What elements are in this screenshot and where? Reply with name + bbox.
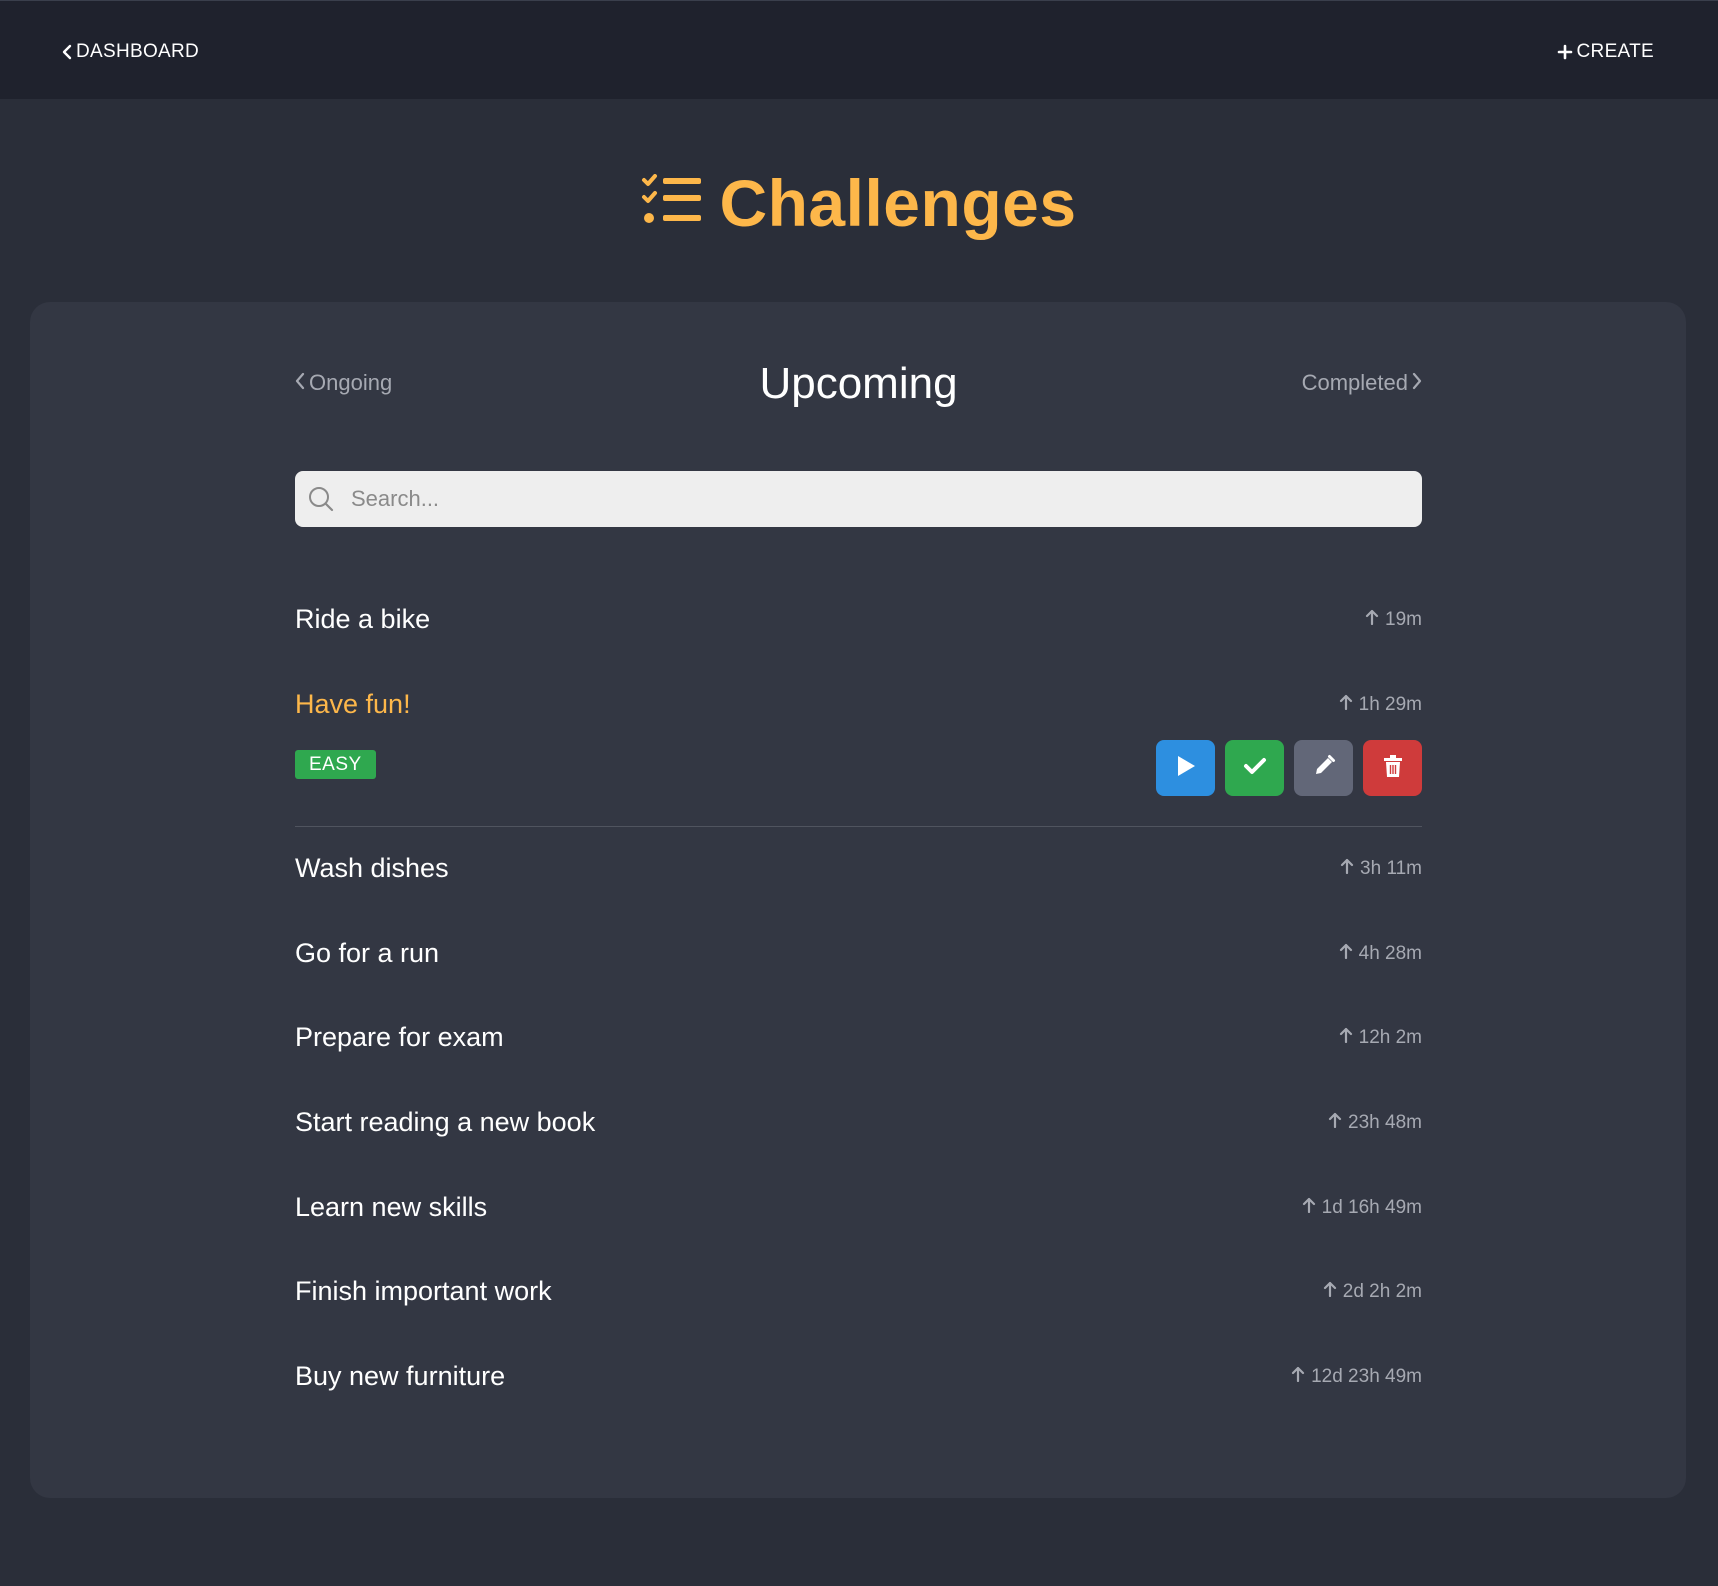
plus-icon [1557,44,1573,60]
challenge-time: 12h 2m [1339,1027,1422,1049]
create-button-label: CREATE [1576,41,1654,62]
challenge-item-selected[interactable]: Have fun! 1h 29m [295,663,1422,748]
arrow-up-icon [1339,694,1353,716]
play-icon [1175,754,1197,783]
chevron-left-icon [62,44,72,60]
challenge-item[interactable]: Learn new skills 1d 16h 49m [295,1166,1422,1251]
challenge-time: 19m [1365,609,1422,631]
chevron-right-icon [1412,370,1422,396]
arrow-up-icon [1340,858,1354,880]
start-button[interactable] [1156,740,1215,797]
arrow-up-icon [1339,1027,1353,1049]
challenge-title: Have fun! [295,688,411,719]
arrow-up-icon [1328,1112,1342,1134]
trash-icon [1382,754,1404,783]
challenge-title: Learn new skills [295,1191,488,1222]
pencil-icon [1312,754,1336,783]
tab-completed[interactable]: Completed [1302,370,1422,396]
dashboard-link-label: DASHBOARD [76,41,200,62]
top-bar: DASHBOARD CREATE [0,0,1718,99]
tasks-list-icon [641,173,703,233]
check-icon [1243,756,1267,781]
challenge-time: 23h 48m [1328,1112,1422,1134]
challenge-list: Ride a bike 19m Have fun! 1h 29m EASY Wa… [295,578,1422,1419]
arrow-up-icon [1302,1197,1316,1219]
challenge-item[interactable]: Prepare for exam 12h 2m [295,996,1422,1081]
challenge-time-value: 19m [1385,609,1422,630]
challenge-time-value: 4h 28m [1358,942,1422,964]
challenge-time: 12d 23h 49m [1291,1366,1422,1388]
challenge-time-value: 1h 29m [1358,693,1422,715]
edit-button[interactable] [1294,740,1353,797]
challenge-time-value: 2d 2h 2m [1342,1281,1422,1303]
challenge-title: Ride a bike [295,604,431,634]
challenge-time-value: 23h 48m [1348,1111,1422,1133]
challenge-actions [1156,740,1422,797]
chevron-left-icon [295,370,305,396]
challenge-item[interactable]: Finish important work 2d 2h 2m [295,1250,1422,1335]
complete-button[interactable] [1225,740,1284,797]
difficulty-badge: EASY [295,750,376,780]
challenge-item[interactable]: Ride a bike 19m [295,578,1422,663]
challenge-title: Finish important work [295,1276,552,1307]
dashboard-back-link[interactable]: DASHBOARD [62,41,199,63]
tab-ongoing[interactable]: Ongoing [295,370,392,396]
challenge-time: 1d 16h 49m [1302,1197,1422,1219]
challenge-time: 3h 11m [1340,858,1422,880]
challenge-item[interactable]: Wash dishes 3h 11m [295,827,1422,912]
challenge-time-value: 12d 23h 49m [1311,1365,1422,1387]
challenge-title: Prepare for exam [295,1022,504,1053]
page-header: Challenges [0,165,1718,241]
create-button[interactable]: CREATE [1557,41,1654,63]
arrow-up-icon [1339,943,1353,965]
challenge-details: EASY [295,740,1422,828]
challenge-title: Wash dishes [295,853,449,884]
challenge-time: 4h 28m [1339,943,1422,965]
challenge-time-value: 3h 11m [1360,858,1422,880]
delete-button[interactable] [1363,740,1422,797]
tab-ongoing-label: Ongoing [309,370,393,395]
challenge-time-value: 1d 16h 49m [1321,1196,1422,1218]
arrow-up-icon [1365,609,1379,631]
challenge-time-value: 12h 2m [1358,1027,1422,1049]
search-icon [308,486,334,517]
arrow-up-icon [1323,1281,1337,1303]
challenge-item[interactable]: Start reading a new book 23h 48m [295,1081,1422,1166]
challenge-title: Start reading a new book [295,1106,596,1137]
challenge-title: Go for a run [295,937,440,968]
search-bar [295,471,1422,527]
search-input[interactable] [351,471,1401,527]
challenge-title: Buy new furniture [295,1360,506,1391]
tab-upcoming: Upcoming [759,359,958,408]
challenge-item[interactable]: Buy new furniture 12d 23h 49m [295,1335,1422,1420]
challenge-time: 2d 2h 2m [1323,1281,1422,1303]
page-title: Challenges [719,166,1077,240]
tab-completed-label: Completed [1301,370,1408,395]
arrow-up-icon [1291,1366,1305,1388]
challenge-item[interactable]: Go for a run 4h 28m [295,912,1422,997]
challenge-time: 1h 29m [1339,694,1422,716]
status-tabs: Upcoming Ongoing Completed [295,356,1422,412]
